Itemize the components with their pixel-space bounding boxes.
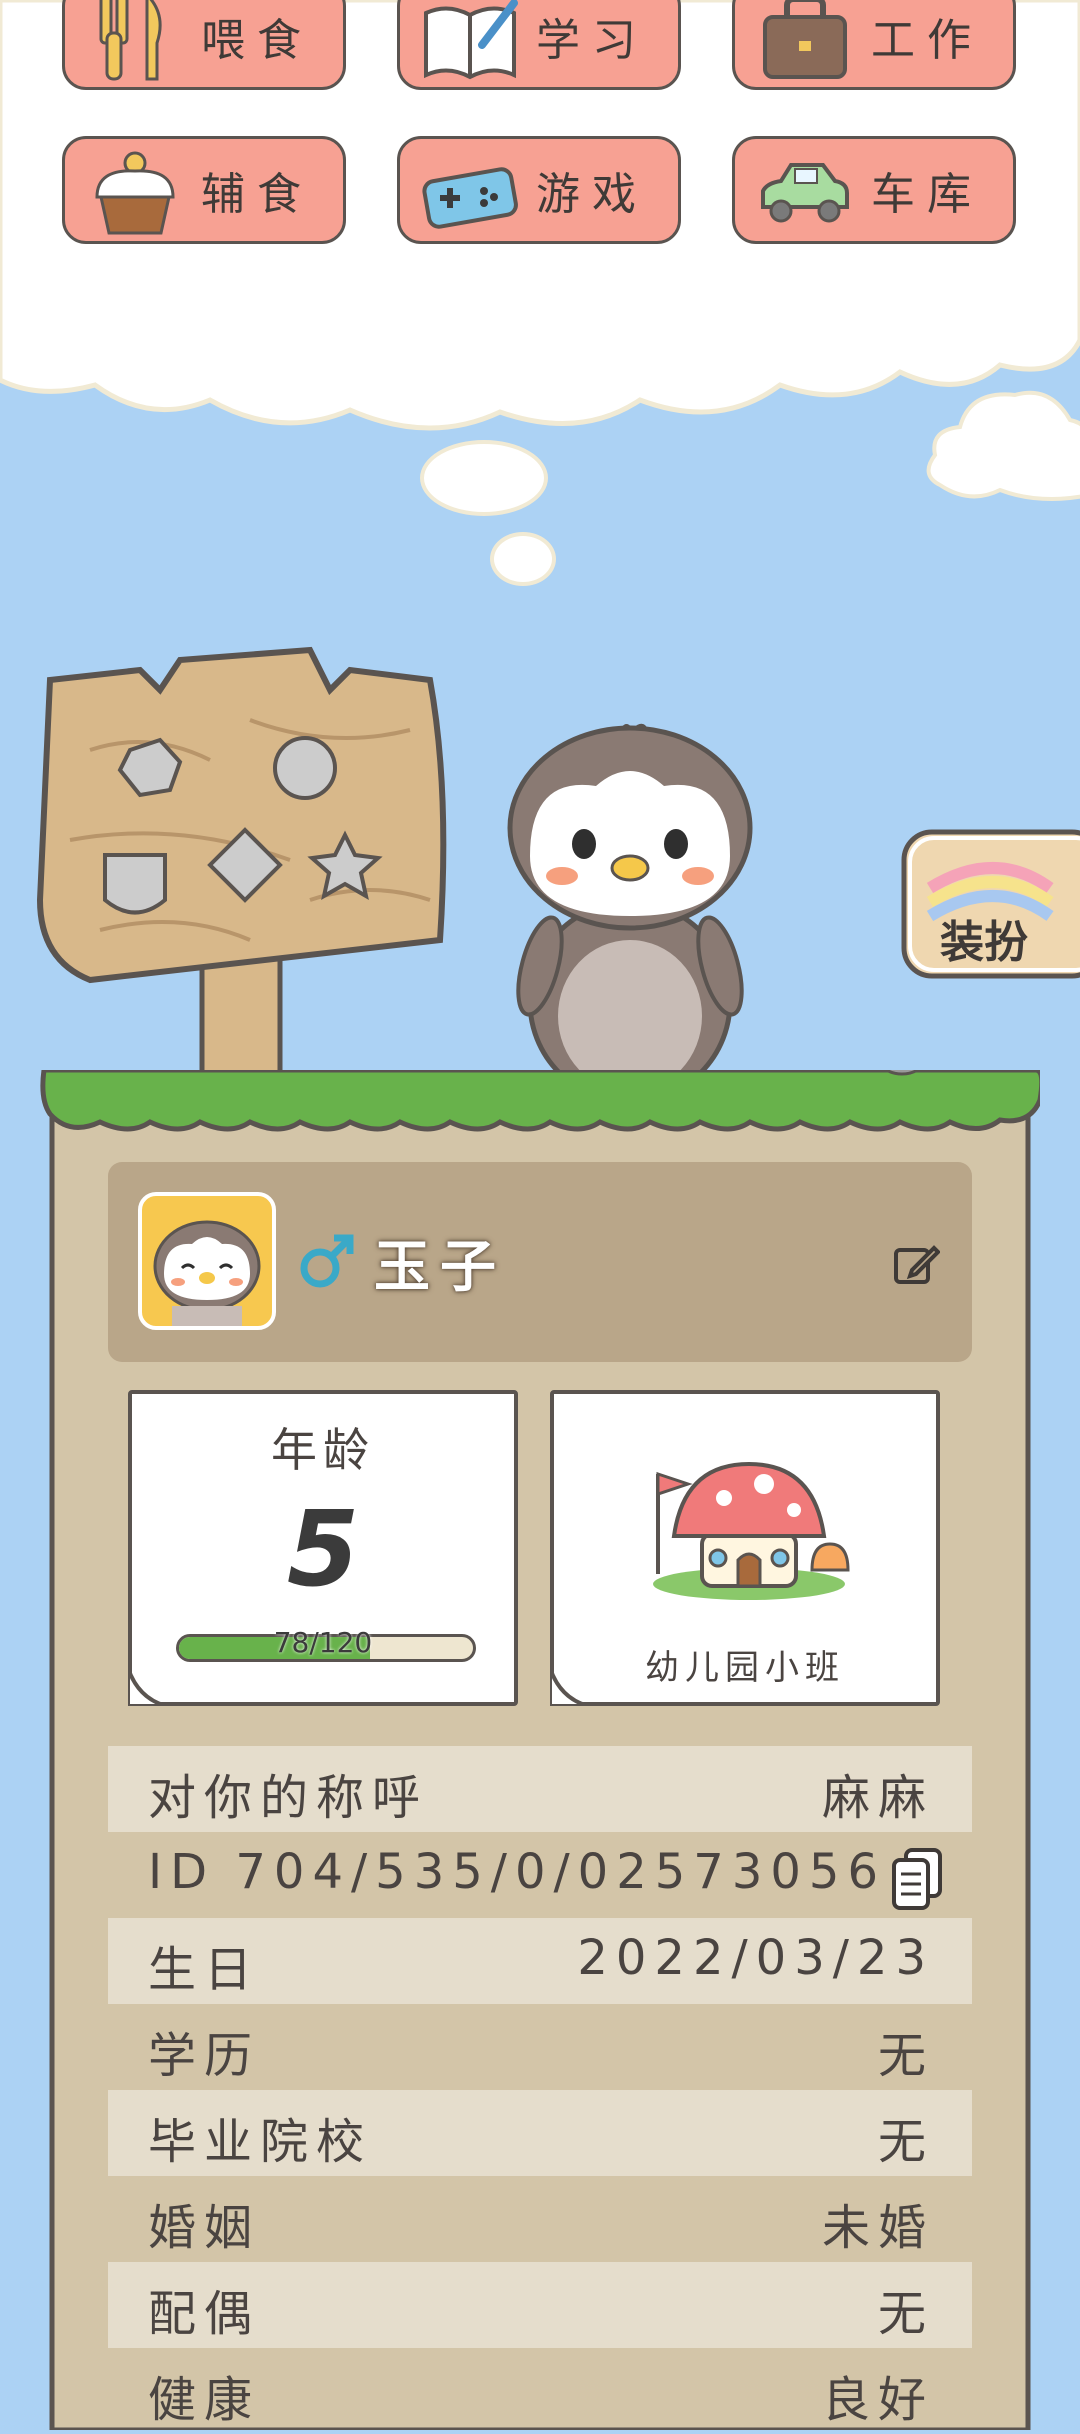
copy-icon[interactable] — [892, 1848, 942, 1910]
snack-button[interactable]: 辅食 — [62, 136, 346, 244]
penguin-avatar-icon — [153, 1220, 261, 1326]
thought-bubble-large — [420, 440, 548, 516]
info-key: 毕业院校 — [148, 2114, 373, 2170]
fork-knife-icon — [99, 0, 162, 81]
info-row-marriage: 婚姻 未婚 — [108, 2176, 972, 2262]
info-value: 无 — [877, 2286, 934, 2342]
info-row-birthday: 生日 2022/03/23 — [108, 1918, 972, 2004]
avatar[interactable] — [138, 1192, 276, 1330]
dress-up-button[interactable]: 装扮 — [900, 828, 1080, 980]
info-key: ID — [148, 1844, 216, 1900]
info-row-id: ID 704/535/0/02573056 — [108, 1832, 972, 1918]
badge-shield-icon — [103, 853, 167, 915]
snack-label: 辅食 — [201, 169, 313, 220]
info-key: 婚姻 — [148, 2200, 261, 2256]
info-value: 704/535/0/02573056 — [235, 1844, 886, 1900]
age-label: 年龄 — [271, 1423, 375, 1477]
age-card: 年龄 5 78/120 — [128, 1390, 518, 1706]
garage-button[interactable]: 车库 — [732, 136, 1016, 244]
page-fold-icon — [550, 1668, 588, 1706]
thought-bubble-small — [490, 532, 556, 586]
info-value: 良好 — [821, 2372, 934, 2428]
game-label: 游戏 — [536, 169, 648, 220]
cupcake-icon — [95, 151, 175, 235]
info-value: 2022/03/23 — [577, 1930, 934, 1986]
info-key: 对你的称呼 — [148, 1770, 429, 1826]
dress-up-label: 装扮 — [940, 917, 1028, 968]
game-button[interactable]: 游戏 — [397, 136, 681, 244]
mushroom-house-icon — [653, 1461, 850, 1600]
info-row-nickname[interactable]: 对你的称呼 麻麻 — [108, 1746, 972, 1832]
male-icon — [300, 1234, 354, 1288]
feed-label: 喂食 — [201, 15, 313, 66]
age-value: 5 — [286, 1488, 360, 1610]
work-label: 工作 — [871, 15, 983, 66]
book-icon — [424, 0, 518, 80]
work-button[interactable]: 工作 — [732, 0, 1016, 90]
small-cloud — [926, 390, 1080, 501]
penguin-pet[interactable] — [500, 716, 760, 1102]
info-row-health: 健康 良好 — [108, 2348, 972, 2434]
badge-signboard[interactable] — [30, 640, 460, 1080]
feed-button[interactable]: 喂食 — [62, 0, 346, 90]
badge-gear-icon — [273, 736, 337, 800]
briefcase-icon — [763, 0, 847, 79]
info-key: 健康 — [148, 2372, 261, 2428]
pet-name: 玉子 — [374, 1235, 506, 1300]
car-icon — [761, 163, 849, 223]
study-button[interactable]: 学习 — [397, 0, 681, 90]
info-key: 配偶 — [148, 2286, 261, 2342]
info-row-education: 学历 无 — [108, 2004, 972, 2090]
page-fold-icon — [128, 1668, 166, 1706]
school-level-label: 幼儿园小班 — [645, 1648, 845, 1688]
info-key: 生日 — [148, 1942, 261, 1998]
info-row-spouse: 配偶 无 — [108, 2262, 972, 2348]
info-value: 未婚 — [821, 2200, 934, 2256]
study-label: 学习 — [536, 15, 648, 66]
info-value: 无 — [877, 2028, 934, 2084]
growth-progress-text: 78/120 — [273, 1626, 373, 1659]
gamepad-icon — [422, 167, 518, 229]
info-value: 麻麻 — [821, 1770, 934, 1826]
info-value: 无 — [877, 2114, 934, 2170]
garage-label: 车库 — [871, 169, 983, 220]
info-key: 学历 — [148, 2028, 261, 2084]
info-row-school: 毕业院校 无 — [108, 2090, 972, 2176]
edit-icon[interactable] — [892, 1240, 940, 1288]
school-card[interactable]: 幼儿园小班 — [550, 1390, 940, 1706]
